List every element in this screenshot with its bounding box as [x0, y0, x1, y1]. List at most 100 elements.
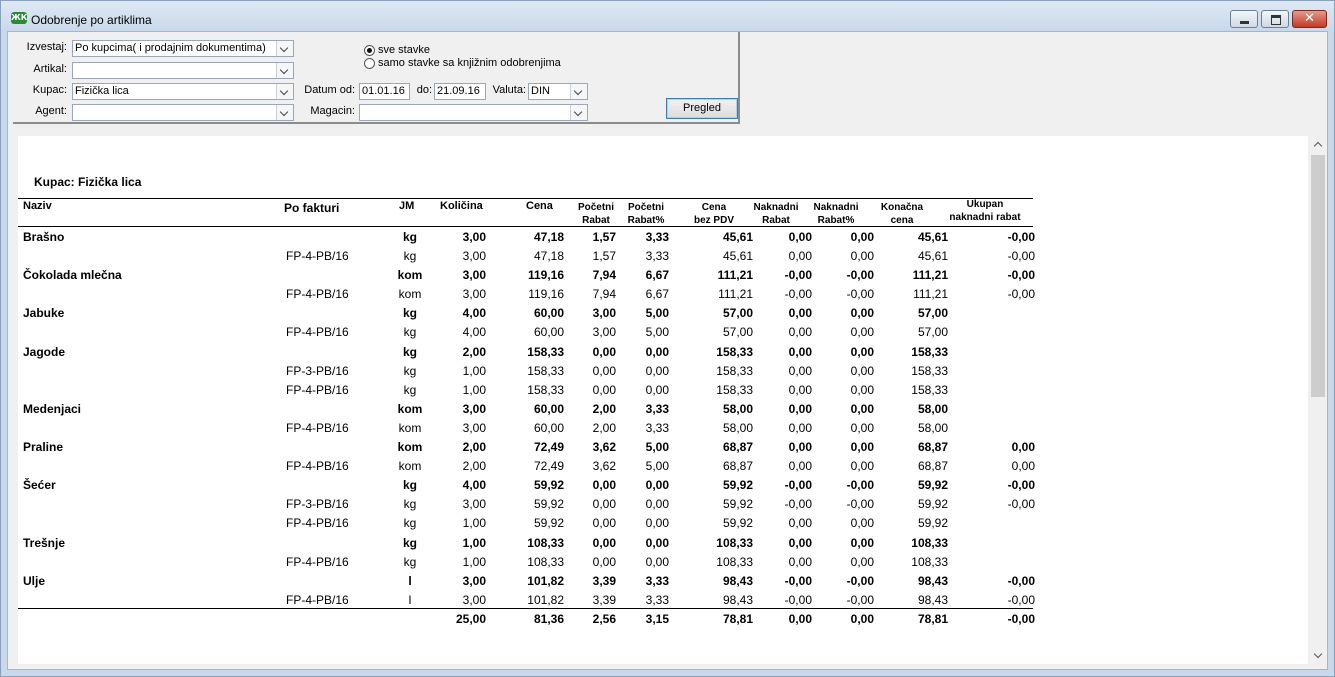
cell-naknadni-rabat: -0,00	[784, 268, 812, 283]
cell-naknadni-rabat-pct: -0,00	[846, 592, 874, 607]
scroll-down-icon[interactable]	[1310, 647, 1326, 664]
cell-kolicina: 3,00	[462, 230, 486, 244]
report-view[interactable]: Kupac: Fizička lica Naziv Po fakturi JM …	[18, 136, 1308, 664]
col-header-konacna-cena: Konačna cena	[874, 201, 930, 227]
cell-cena: 158,33	[527, 344, 564, 359]
cell-kolicina: 1,00	[462, 554, 486, 569]
cell-jm: kg	[402, 344, 417, 359]
cell-cena: 60,00	[533, 306, 564, 321]
cell-ukupan: -0,00	[1007, 478, 1035, 493]
cell-jm: kg	[403, 382, 417, 397]
cell-faktura: FP-3-PB/16	[286, 363, 349, 378]
cell-konacna-cena: 59,92	[917, 497, 948, 512]
invoice-row: FP-4-PB/16 kg 4,00 60,00 3,00 5,00 57,00 0,00 0,…	[18, 323, 1068, 342]
header-top-line	[18, 198, 1033, 199]
cell-cena: 119,16	[528, 287, 564, 302]
izvestaj-select[interactable]: Po kupcima( i prodajnim dokumentima)	[72, 40, 294, 57]
article-row: Ulje l 3,00 101,82 3,39 3,33 98,43 -0,00 -0,00 98…	[18, 572, 1068, 591]
valuta-label: Valuta:	[492, 84, 526, 96]
cell-pocetni-rabat: 1,57	[592, 249, 616, 264]
total-pocetni-rabat-pct: 3,15	[645, 612, 669, 626]
cell-konacna-cena: 158,33	[911, 363, 948, 378]
cell-cena: 60,00	[533, 401, 564, 416]
agent-select[interactable]	[72, 104, 294, 121]
chevron-down-icon[interactable]	[570, 84, 587, 99]
chevron-down-icon[interactable]	[276, 63, 293, 78]
chevron-down-icon[interactable]	[276, 105, 293, 120]
kupac-heading: Kupac: Fizička lica	[34, 175, 142, 189]
invoice-row: FP-4-PB/16 kg 3,00 47,18 1,57 3,33 45,61 0,00 0,…	[18, 247, 1068, 266]
cell-cena: 72,49	[533, 459, 564, 474]
col-header-pocetni-rabat-line1: Početni	[577, 202, 615, 213]
cell-pocetni-rabat: 3,39	[592, 592, 616, 607]
cell-konacna-cena: 59,92	[917, 478, 948, 493]
datum-do-input[interactable]: 21.09.16	[434, 83, 486, 100]
cell-pocetni-rabat-pct: 0,00	[645, 478, 669, 493]
radio-sve-stavke[interactable]	[364, 45, 375, 56]
chevron-down-icon[interactable]	[570, 105, 587, 120]
cell-cena-bez-pdv: 158,33	[716, 363, 753, 378]
col-header-ukupan-line2: naknadni rabat	[949, 212, 1021, 223]
chevron-down-icon[interactable]	[276, 84, 293, 99]
article-row: Medenjaci kom 3,00 60,00 2,00 3,33 58,00 0,00 0,…	[18, 400, 1068, 419]
pregled-button[interactable]: Pregled	[666, 98, 738, 119]
cell-konacna-cena: 111,21	[913, 287, 948, 302]
cell-naknadni-rabat: -0,00	[784, 592, 812, 607]
cell-pocetni-rabat-pct: 5,00	[645, 325, 669, 340]
totals-row: 25,00 81,36 2,56 3,15 78,81 0,00 0,00 78…	[18, 610, 1068, 630]
radio-samo-knjizna[interactable]	[364, 58, 375, 69]
cell-pocetni-rabat: 0,00	[592, 535, 616, 550]
cell-konacna-cena: 108,33	[911, 535, 948, 550]
cell-kolicina: 2,00	[462, 344, 486, 359]
scroll-thumb[interactable]	[1311, 155, 1325, 397]
cell-naknadni-rabat: -0,00	[784, 287, 812, 302]
maximize-button[interactable]	[1261, 10, 1289, 28]
datum-od-input[interactable]: 01.01.16	[359, 83, 410, 100]
cell-konacna-cena: 45,61	[917, 249, 948, 264]
cell-cena: 60,00	[533, 420, 564, 435]
cell-naknadni-rabat-pct: -0,00	[846, 573, 874, 588]
cell-konacna-cena: 108,33	[911, 554, 948, 569]
artikal-select[interactable]	[72, 62, 294, 79]
invoice-row: FP-4-PB/16 kg 1,00 59,92 0,00 0,00 59,92 0,00 0,…	[18, 514, 1068, 533]
col-header-naknadni-rabat-pct: Naknadni Rabat%	[808, 201, 864, 227]
vertical-scrollbar[interactable]	[1310, 136, 1326, 664]
cell-cena-bez-pdv: 158,33	[716, 382, 753, 397]
cell-cena: 59,92	[533, 478, 564, 493]
cell-cena-bez-pdv: 98,43	[722, 573, 753, 588]
minimize-button[interactable]	[1230, 10, 1258, 28]
cell-naknadni-rabat: -0,00	[784, 497, 812, 512]
close-button[interactable]: ✕	[1292, 10, 1327, 28]
cell-naknadni-rabat: 0,00	[788, 535, 812, 550]
cell-naknadni-rabat: 0,00	[788, 325, 812, 340]
cell-pocetni-rabat: 0,00	[592, 363, 616, 378]
valuta-select[interactable]: DIN	[528, 83, 588, 100]
radio-sve-stavke-label[interactable]: sve stavke	[378, 44, 430, 56]
cell-pocetni-rabat-pct: 3,33	[645, 249, 669, 264]
magacin-select[interactable]	[359, 104, 588, 121]
cell-naknadni-rabat: -0,00	[784, 573, 812, 588]
cell-naknadni-rabat: 0,00	[788, 363, 812, 378]
cell-pocetni-rabat: 0,00	[592, 344, 616, 359]
cell-pocetni-rabat: 3,00	[592, 325, 616, 340]
cell-ukupan: 0,00	[1011, 459, 1035, 474]
scroll-up-icon[interactable]	[1310, 136, 1326, 153]
cell-naknadni-rabat-pct: 0,00	[850, 440, 874, 455]
kupac-select[interactable]: Fizička lica	[72, 83, 294, 100]
cell-pocetni-rabat-pct: 3,33	[645, 573, 669, 588]
cell-ukupan: -0,00	[1007, 268, 1035, 283]
col-header-pocetni-rabat-pct: Početni Rabat%	[621, 201, 671, 227]
cell-pocetni-rabat-pct: 0,00	[645, 535, 669, 550]
header-bottom-line	[18, 226, 1033, 227]
cell-jm: kg	[403, 249, 417, 264]
cell-cena-bez-pdv: 111,21	[717, 268, 753, 283]
cell-naknadni-rabat-pct: 0,00	[850, 535, 874, 550]
artikal-label: Artikal:	[33, 63, 67, 75]
cell-pocetni-rabat: 3,39	[592, 573, 616, 588]
title-bar[interactable]: ЖК Odobrenje po artiklima ✕	[1, 1, 1334, 31]
radio-samo-knjizna-label[interactable]: samo stavke sa knjižnim odobrenjima	[378, 57, 561, 69]
cell-jm: kom	[397, 440, 423, 455]
chevron-down-icon[interactable]	[276, 41, 293, 56]
magacin-label: Magacin:	[310, 105, 355, 117]
cell-faktura: FP-4-PB/16	[286, 249, 349, 264]
